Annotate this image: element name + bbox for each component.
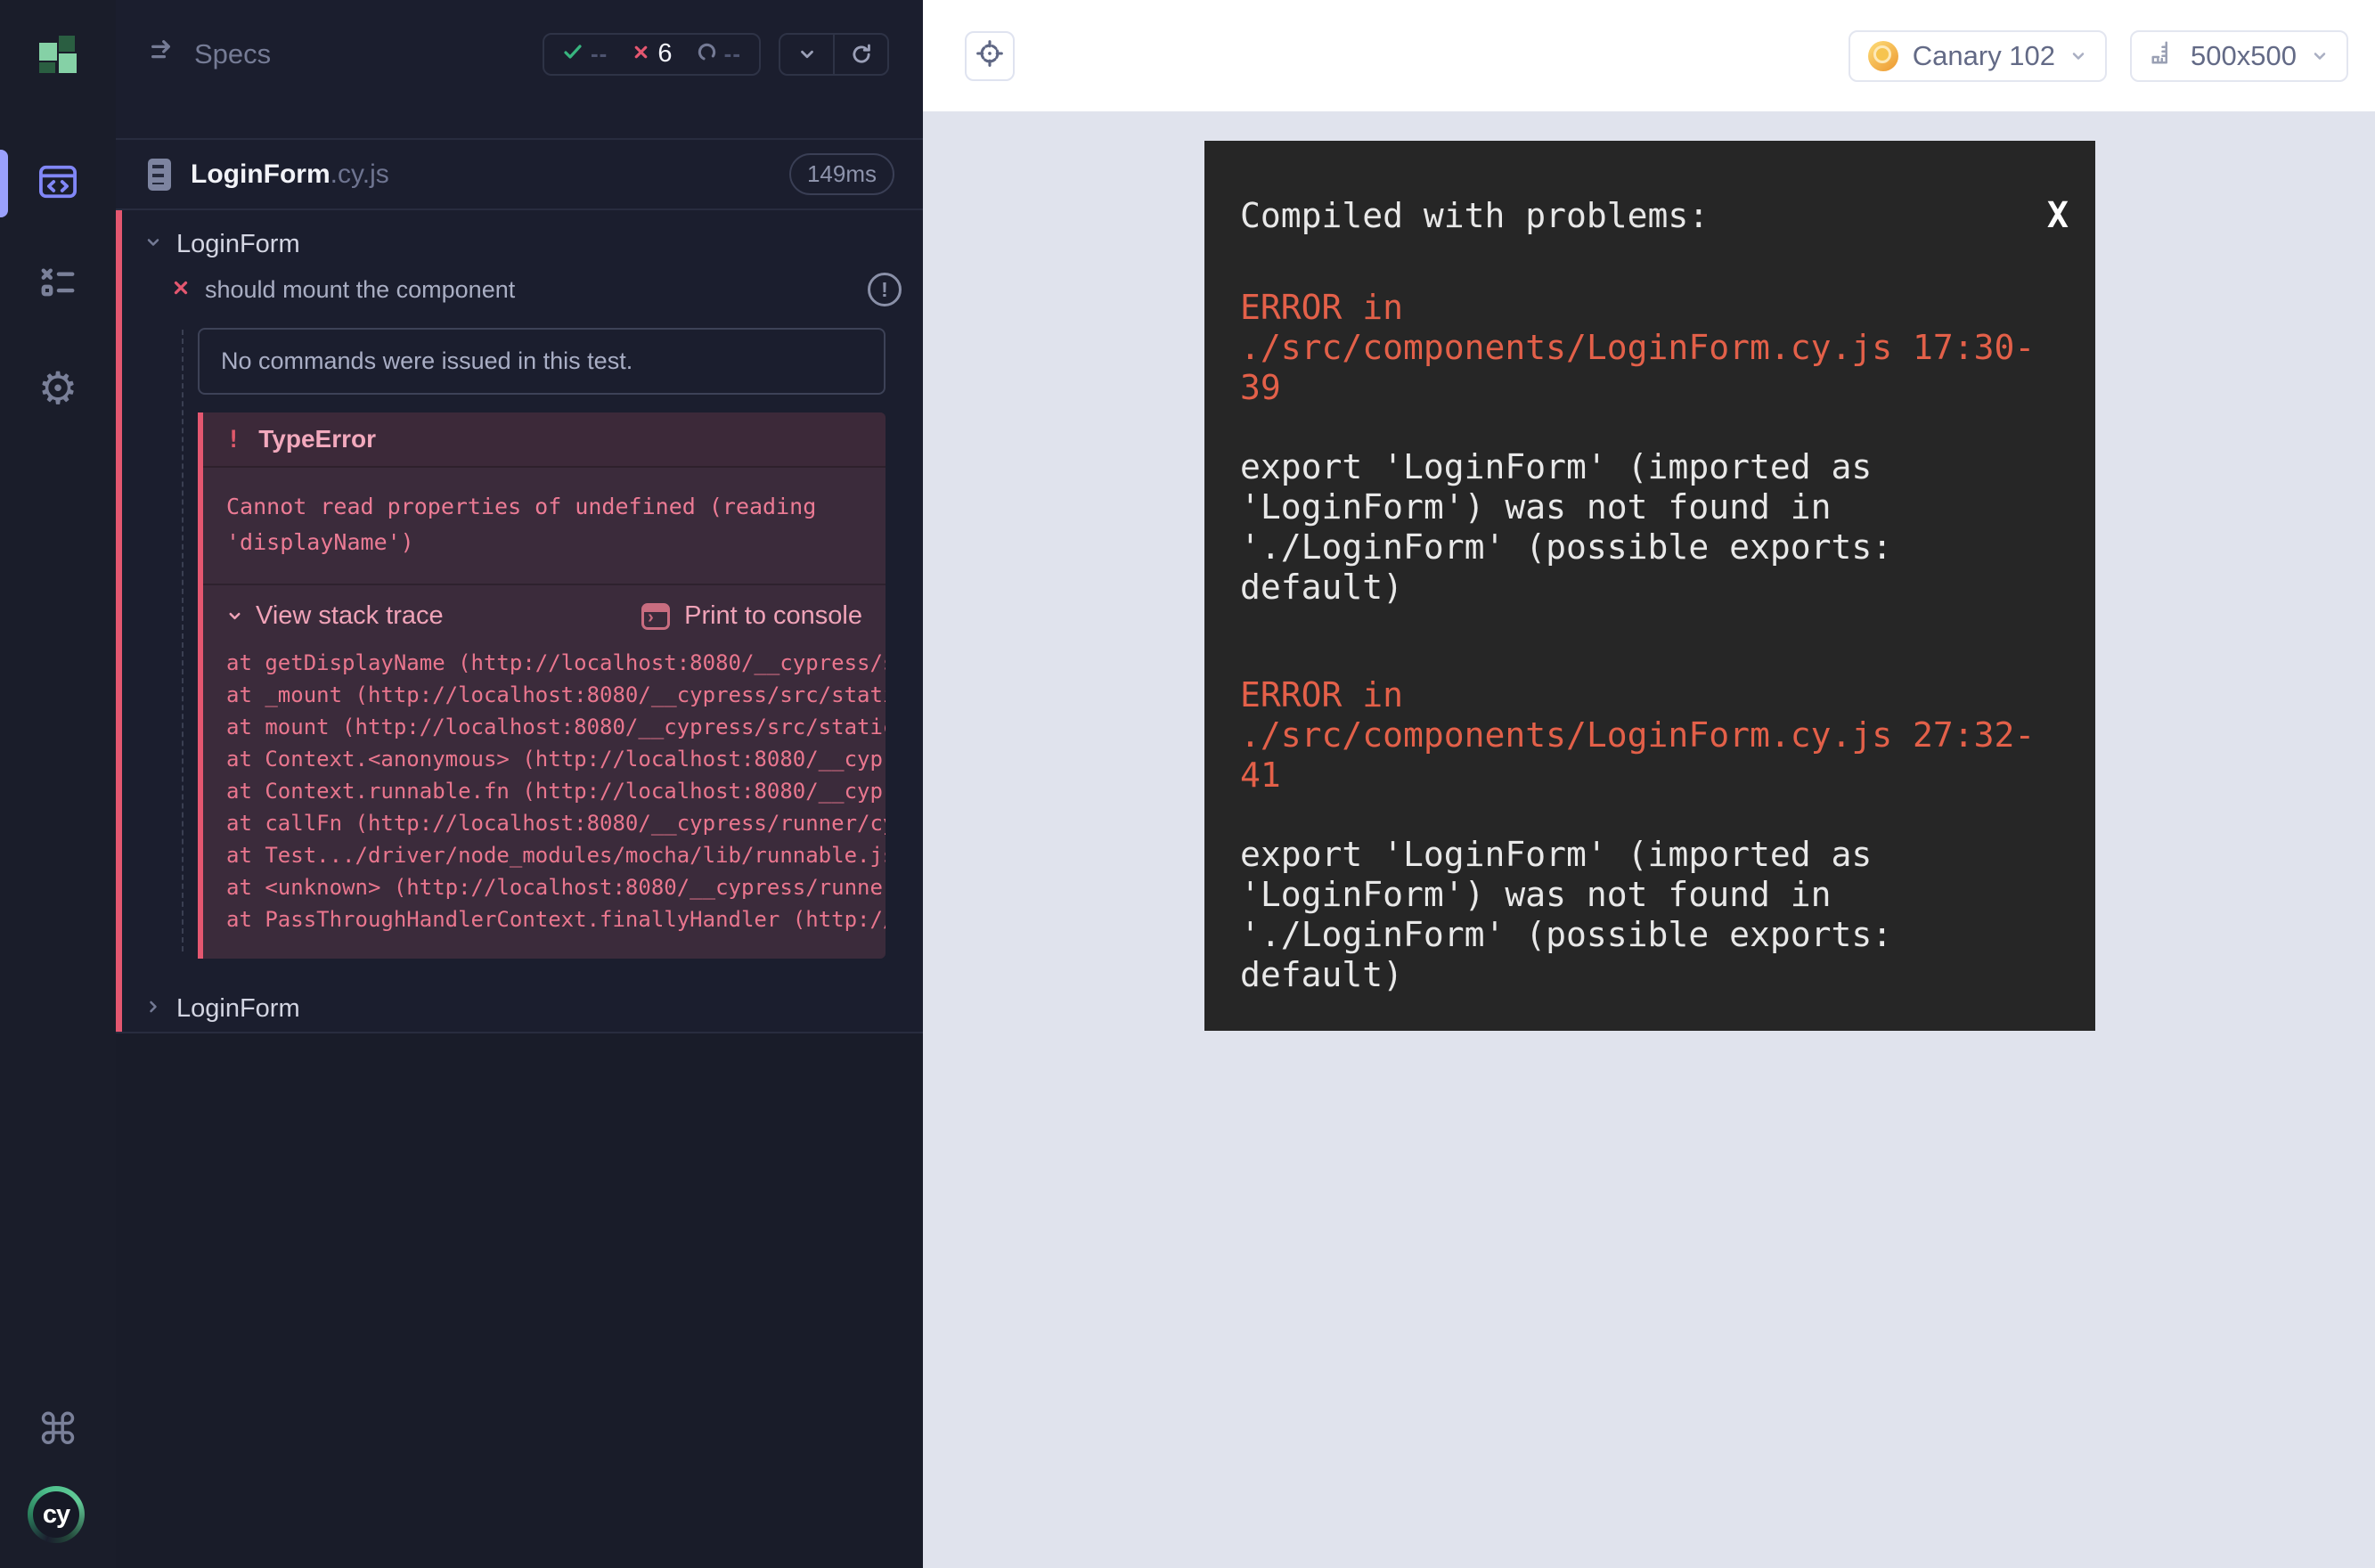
pending-count: -- (724, 40, 741, 68)
check-icon (562, 41, 584, 67)
passed-count: -- (591, 40, 608, 68)
test-list-icon (37, 265, 78, 306)
stat-pending: -- (697, 40, 741, 68)
spec-duration-badge: 149ms (789, 153, 894, 195)
specs-panel-header: Specs -- 6 (116, 0, 923, 140)
stack-frame[interactable]: at getDisplayName (http://localhost:8080… (226, 647, 886, 679)
rerun-button[interactable] (833, 35, 887, 74)
sidebar-item-settings[interactable]: ⚙ (0, 346, 116, 431)
view-stack-trace-label: View stack trace (256, 601, 444, 631)
compile-error-message: export 'LoginForm' (imported as 'LoginFo… (1240, 447, 2069, 608)
console-icon (641, 603, 670, 630)
error-type: TypeError (258, 425, 376, 453)
app-window: ⚙ ⌘ cy Specs (0, 0, 2375, 1568)
ruler-icon (2150, 39, 2176, 73)
error-bang-icon: ! (226, 426, 241, 453)
compile-error: ERROR in ./src/components/LoginForm.cy.j… (1240, 675, 2069, 995)
spec-switch-icon (148, 37, 178, 71)
run-stats[interactable]: -- 6 -- (543, 33, 761, 76)
fail-x-icon (171, 278, 191, 302)
chevron-down-icon (144, 233, 162, 256)
stack-frame[interactable]: at _mount (http://localhost:8080/__cypre… (226, 679, 886, 711)
suite-label: LoginForm (176, 994, 300, 1024)
stack-frame[interactable]: at PassThroughHandlerContext.finallyHand… (226, 903, 886, 935)
active-indicator (0, 150, 8, 217)
error-info-toggle[interactable]: ! (868, 273, 902, 306)
test-row-failed[interactable]: should mount the component ! (116, 267, 923, 312)
chrome-canary-icon (1868, 41, 1898, 71)
suite-row-loginform-collapsed[interactable]: LoginForm (116, 985, 923, 1032)
no-commands-text: No commands were issued in this test. (221, 347, 633, 374)
webpack-error-overlay: Compiled with problems: X ERROR in ./src… (1204, 141, 2095, 1031)
keyboard-shortcuts-button[interactable]: ⌘ (0, 1388, 116, 1474)
runner-topbar: Canary 102 500x500 (923, 0, 2375, 111)
spec-file-name: LoginForm.cy.js (191, 159, 389, 190)
no-commands-box: No commands were issued in this test. (198, 328, 886, 395)
stack-frame[interactable]: at callFn (http://localhost:8080/__cypre… (226, 807, 886, 839)
spec-file-row[interactable]: LoginForm.cy.js 149ms (116, 140, 923, 210)
chevron-down-icon (2311, 40, 2329, 72)
compile-error-location: ERROR in ./src/components/LoginForm.cy.j… (1240, 675, 2069, 796)
failed-suite-region: LoginForm should mount the component ! N… (116, 210, 923, 1033)
browser-label: Canary 102 (1913, 40, 2055, 72)
cypress-logo[interactable] (39, 36, 78, 73)
fail-x-icon (632, 43, 650, 66)
compile-error-location: ERROR in ./src/components/LoginForm.cy.j… (1240, 288, 2069, 408)
spec-file-icon (148, 159, 171, 191)
logo-square (39, 43, 57, 61)
stat-failed: 6 (632, 39, 672, 69)
browser-select-button[interactable]: Canary 102 (1849, 30, 2107, 82)
panel-title: Specs (194, 38, 271, 70)
view-stack-trace-toggle[interactable]: View stack trace (226, 601, 444, 631)
sidebar-item-specs[interactable] (0, 141, 116, 226)
compile-error-message: export 'LoginForm' (imported as 'LoginFo… (1240, 835, 2069, 995)
selector-playground-button[interactable] (965, 31, 1015, 81)
logo-square (39, 62, 55, 73)
runner-area: Canary 102 500x500 (923, 0, 2375, 1568)
crosshair-icon (975, 38, 1005, 73)
specs-panel: Specs -- 6 (116, 0, 923, 1568)
chevron-right-icon (144, 998, 162, 1020)
code-window-icon (37, 163, 78, 205)
stack-trace: at getDisplayName (http://localhost:8080… (203, 643, 886, 959)
failed-count: 6 (657, 39, 672, 69)
logo-square (59, 53, 77, 73)
panel-empty-area (116, 1033, 923, 1568)
overlay-title: Compiled with problems: (1240, 196, 1709, 236)
error-panel: ! TypeError Cannot read properties of un… (198, 412, 886, 959)
overlay-close-button[interactable]: X (2047, 196, 2069, 236)
stack-frame[interactable]: at Context.runnable.fn (http://localhost… (226, 775, 886, 807)
suite-label: LoginForm (176, 230, 300, 259)
command-icon: ⌘ (37, 1409, 79, 1452)
cy-logo-text: cy (33, 1491, 79, 1538)
chevron-down-icon (2069, 40, 2087, 72)
suite-row-loginform[interactable]: LoginForm (116, 221, 923, 267)
icon-sidebar: ⚙ ⌘ cy (0, 0, 116, 1568)
error-message: Cannot read properties of undefined (rea… (203, 468, 886, 584)
test-title: should mount the component (205, 276, 515, 304)
viewport-select-button[interactable]: 500x500 (2130, 30, 2348, 82)
stack-frame[interactable]: at Context.<anonymous> (http://localhost… (226, 743, 886, 775)
stat-passed: -- (562, 40, 608, 68)
stack-frame[interactable]: at Test.../driver/node_modules/mocha/lib… (226, 839, 886, 871)
test-attempt-block: No commands were issued in this test. ! … (198, 328, 886, 959)
pending-circle-icon (697, 42, 717, 67)
stack-frame[interactable]: at <unknown> (http://localhost:8080/__cy… (226, 871, 886, 903)
header-buttons (779, 33, 889, 76)
viewport-label: 500x500 (2191, 40, 2297, 72)
sidebar-item-runs[interactable] (0, 242, 116, 328)
logo-square (59, 36, 75, 52)
spec-file-ext: .cy.js (331, 159, 389, 189)
collapse-all-button[interactable] (780, 35, 833, 74)
gear-icon: ⚙ (38, 366, 78, 411)
compile-error: ERROR in ./src/components/LoginForm.cy.j… (1240, 288, 2069, 608)
stack-frame[interactable]: at mount (http://localhost:8080/__cypres… (226, 711, 886, 743)
print-to-console-button[interactable]: Print to console (641, 601, 862, 631)
error-controls: View stack trace Print to console (203, 584, 886, 643)
print-to-console-label: Print to console (684, 601, 862, 631)
exclamation-icon: ! (881, 278, 888, 302)
cypress-cy-badge[interactable]: cy (28, 1486, 85, 1543)
error-header: ! TypeError (203, 412, 886, 468)
